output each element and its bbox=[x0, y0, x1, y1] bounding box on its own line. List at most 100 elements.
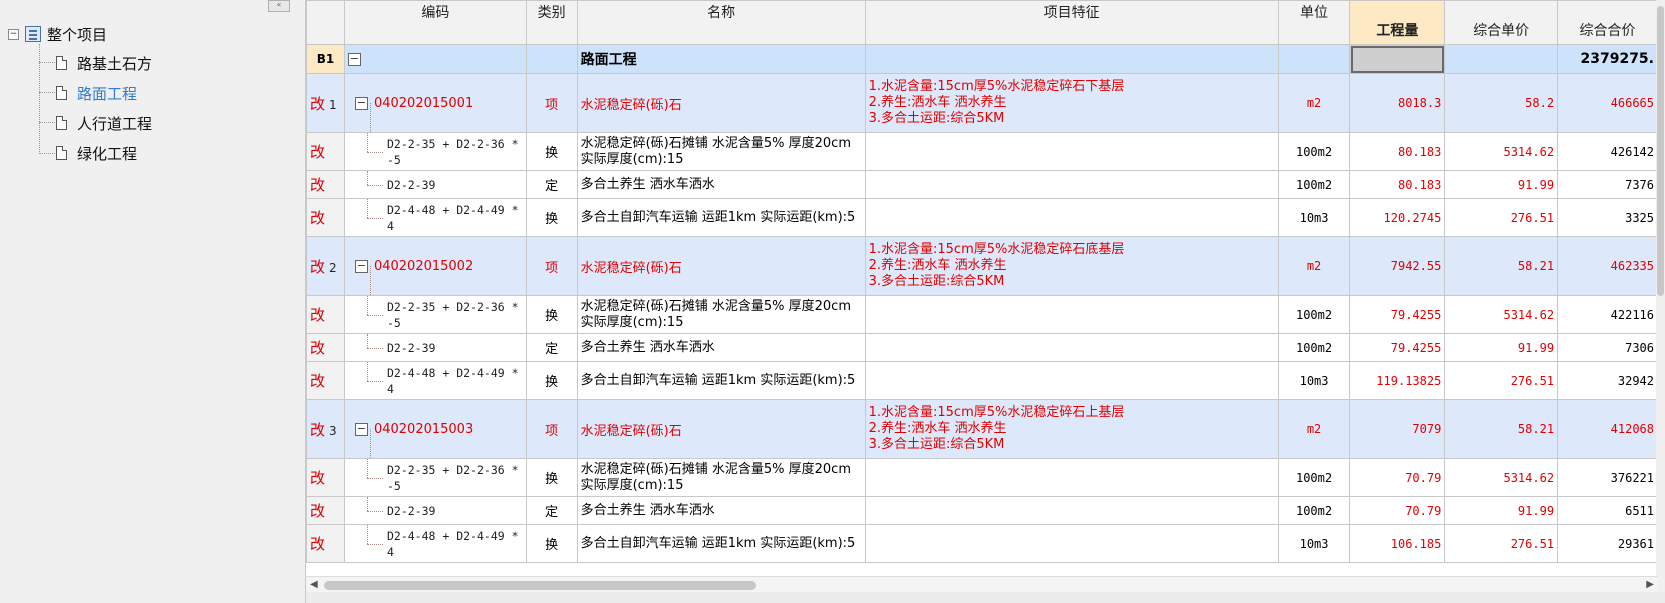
quota-row[interactable]: 改 D2-4-48 + D2-4-49 * 4 换多合土自卸汽车运输 运距1km 实… bbox=[306, 524, 1658, 563]
quota-name-cell[interactable]: 多合土养生 洒水车洒水 bbox=[576, 170, 866, 199]
quota-name-cell[interactable]: 水泥稳定碎(砾)石摊铺 水泥含量5% 厚度20cm 实际厚度(cm):15 bbox=[576, 458, 866, 497]
quota-qty-cell[interactable]: 79.4255 bbox=[1349, 295, 1446, 334]
row-header[interactable]: 改 bbox=[306, 295, 345, 334]
quota-total-cell[interactable]: 29361 bbox=[1557, 524, 1658, 563]
row-header[interactable]: 改2 bbox=[306, 236, 345, 296]
quota-features-cell[interactable] bbox=[864, 295, 1279, 334]
quota-qty-cell[interactable]: 120.2745 bbox=[1349, 198, 1446, 237]
quota-price-cell[interactable]: 5314.62 bbox=[1444, 295, 1559, 334]
item-unit-cell[interactable]: m2 bbox=[1277, 236, 1351, 296]
quota-unit-cell[interactable]: 10m3 bbox=[1277, 361, 1351, 400]
quota-qty-cell[interactable]: 106.185 bbox=[1349, 524, 1446, 563]
bill-item-row[interactable]: 改 3−040202015003 项水泥稳定碎(砾)石 1.水泥含量:15cm厚5%水… bbox=[306, 399, 1658, 459]
collapse-toggle[interactable]: − bbox=[347, 52, 361, 66]
quota-row[interactable]: 改 D2-2-35 + D2-2-36 * -5 换水泥稳定碎(砾)石摊铺 水泥含量… bbox=[306, 458, 1658, 497]
quota-price-cell[interactable]: 276.51 bbox=[1444, 361, 1559, 400]
item-name-cell[interactable]: 水泥稳定碎(砾)石 bbox=[576, 399, 866, 459]
section-unit-cell[interactable] bbox=[1277, 44, 1351, 74]
quota-features-cell[interactable] bbox=[864, 458, 1279, 497]
quota-qty-cell[interactable]: 80.183 bbox=[1349, 132, 1446, 171]
item-features-cell[interactable]: 1.水泥含量:15cm厚5%水泥稳定碎石底基层 2.养生:洒水车 洒水养生 3.多合… bbox=[864, 236, 1279, 296]
quota-features-cell[interactable] bbox=[864, 496, 1279, 525]
quota-type-cell[interactable]: 换 bbox=[525, 361, 578, 400]
scroll-thumb[interactable] bbox=[1657, 6, 1664, 296]
row-header[interactable]: 改 bbox=[306, 170, 345, 199]
item-total-cell[interactable]: 462335 bbox=[1557, 236, 1658, 296]
col-header-name[interactable]: 名称 bbox=[576, 0, 866, 45]
quota-total-cell[interactable]: 3325 bbox=[1557, 198, 1658, 237]
quota-total-cell[interactable]: 6511 bbox=[1557, 496, 1658, 525]
quota-unit-cell[interactable]: 100m2 bbox=[1277, 333, 1351, 362]
quota-code-cell[interactable]: D2-2-35 + D2-2-36 * -5 bbox=[343, 458, 527, 497]
col-header-type[interactable]: 类别 bbox=[525, 0, 578, 45]
item-qty-cell[interactable]: 7079 bbox=[1349, 399, 1446, 459]
col-header-code[interactable]: 编码 bbox=[343, 0, 527, 45]
row-header[interactable]: 改1 bbox=[306, 73, 345, 133]
quota-code-cell[interactable]: D2-2-35 + D2-2-36 * -5 bbox=[343, 132, 527, 171]
collapse-toggle[interactable]: − bbox=[354, 422, 368, 436]
quota-unit-cell[interactable]: 10m3 bbox=[1277, 198, 1351, 237]
section-name-cell[interactable]: 路面工程 bbox=[576, 44, 866, 74]
section-row[interactable]: B1 − 路面工程 2379275. bbox=[306, 44, 1658, 74]
quota-qty-cell[interactable]: 70.79 bbox=[1349, 458, 1446, 497]
quota-features-cell[interactable] bbox=[864, 198, 1279, 237]
row-header[interactable]: 改 bbox=[306, 496, 345, 525]
row-header[interactable]: B1 bbox=[306, 44, 345, 74]
section-features-cell[interactable] bbox=[864, 44, 1279, 74]
col-header-features[interactable]: 项目特征 bbox=[864, 0, 1279, 45]
item-features-cell[interactable]: 1.水泥含量:15cm厚5%水泥稳定碎石下基层 2.养生:洒水车 洒水养生 3.多合… bbox=[864, 73, 1279, 133]
row-header[interactable]: 改 bbox=[306, 524, 345, 563]
quota-type-cell[interactable]: 定 bbox=[525, 170, 578, 199]
quota-qty-cell[interactable]: 80.183 bbox=[1349, 170, 1446, 199]
quota-qty-cell[interactable]: 70.79 bbox=[1349, 496, 1446, 525]
row-header[interactable]: 改 bbox=[306, 333, 345, 362]
item-type-cell[interactable]: 项 bbox=[525, 236, 578, 296]
quota-code-cell[interactable]: D2-4-48 + D2-4-49 * 4 bbox=[343, 361, 527, 400]
quota-row[interactable]: 改 D2-2-39 定多合土养生 洒水车洒水 100m2 70.79 91.99 6511 bbox=[306, 496, 1658, 525]
quota-total-cell[interactable]: 426142 bbox=[1557, 132, 1658, 171]
item-price-cell[interactable]: 58.2 bbox=[1444, 73, 1559, 133]
quota-name-cell[interactable]: 多合土自卸汽车运输 运距1km 实际运距(km):5 bbox=[576, 361, 866, 400]
collapse-panel-button[interactable]: « bbox=[268, 0, 290, 12]
quota-type-cell[interactable]: 换 bbox=[525, 132, 578, 171]
quota-row[interactable]: 改 D2-4-48 + D2-4-49 * 4 换多合土自卸汽车运输 运距1km 实… bbox=[306, 198, 1658, 237]
row-header[interactable]: 改 bbox=[306, 132, 345, 171]
quota-total-cell[interactable]: 376221 bbox=[1557, 458, 1658, 497]
quota-unit-cell[interactable]: 100m2 bbox=[1277, 458, 1351, 497]
section-qty-cell[interactable] bbox=[1349, 44, 1446, 74]
item-code-cell[interactable]: −040202015001 bbox=[343, 73, 527, 133]
quota-price-cell[interactable]: 91.99 bbox=[1444, 333, 1559, 362]
item-qty-cell[interactable]: 7942.55 bbox=[1349, 236, 1446, 296]
quota-unit-cell[interactable]: 100m2 bbox=[1277, 170, 1351, 199]
tree-item-subgrade[interactable]: 路基土石方 bbox=[56, 52, 152, 74]
quota-qty-cell[interactable]: 79.4255 bbox=[1349, 333, 1446, 362]
quota-code-cell[interactable]: D2-4-48 + D2-4-49 * 4 bbox=[343, 524, 527, 563]
quota-price-cell[interactable]: 91.99 bbox=[1444, 170, 1559, 199]
item-features-cell[interactable]: 1.水泥含量:15cm厚5%水泥稳定碎石上基层 2.养生:洒水车 洒水养生 3.多合… bbox=[864, 399, 1279, 459]
item-name-cell[interactable]: 水泥稳定碎(砾)石 bbox=[576, 73, 866, 133]
scroll-left-icon[interactable]: ◀ bbox=[310, 579, 318, 590]
quota-row[interactable]: 改 D2-2-35 + D2-2-36 * -5 换水泥稳定碎(砾)石摊铺 水泥含量… bbox=[306, 132, 1658, 171]
quota-qty-cell[interactable]: 119.13825 bbox=[1349, 361, 1446, 400]
tree-item-sidewalk[interactable]: 人行道工程 bbox=[56, 112, 152, 134]
tree-item-pavement[interactable]: 路面工程 bbox=[56, 82, 137, 104]
collapse-toggle[interactable]: − bbox=[354, 259, 368, 273]
quota-code-cell[interactable]: D2-4-48 + D2-4-49 * 4 bbox=[343, 198, 527, 237]
quota-price-cell[interactable]: 5314.62 bbox=[1444, 132, 1559, 171]
collapse-toggle[interactable]: − bbox=[354, 96, 368, 110]
quota-type-cell[interactable]: 换 bbox=[525, 524, 578, 563]
section-price-cell[interactable] bbox=[1444, 44, 1559, 74]
section-type-cell[interactable] bbox=[525, 44, 578, 74]
quota-name-cell[interactable]: 多合土自卸汽车运输 运距1km 实际运距(km):5 bbox=[576, 524, 866, 563]
item-total-cell[interactable]: 466665 bbox=[1557, 73, 1658, 133]
col-header-unit-price[interactable]: 综合单价 bbox=[1444, 0, 1559, 45]
quota-code-cell[interactable]: D2-2-39 bbox=[343, 333, 527, 362]
quota-name-cell[interactable]: 水泥稳定碎(砾)石摊铺 水泥含量5% 厚度20cm 实际厚度(cm):15 bbox=[576, 132, 866, 171]
item-code-cell[interactable]: −040202015002 bbox=[343, 236, 527, 296]
quota-unit-cell[interactable]: 100m2 bbox=[1277, 132, 1351, 171]
quota-unit-cell[interactable]: 100m2 bbox=[1277, 295, 1351, 334]
quota-price-cell[interactable]: 276.51 bbox=[1444, 524, 1559, 563]
quota-type-cell[interactable]: 换 bbox=[525, 295, 578, 334]
quota-unit-cell[interactable]: 10m3 bbox=[1277, 524, 1351, 563]
section-code-cell[interactable]: − bbox=[343, 44, 527, 74]
